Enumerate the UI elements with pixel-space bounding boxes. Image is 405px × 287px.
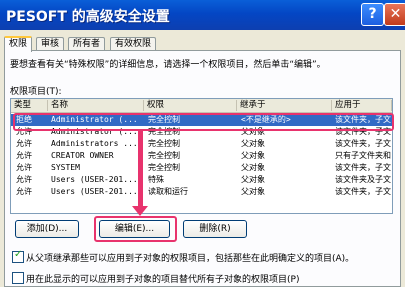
cell-type: 允许 [16, 163, 32, 172]
edit-button[interactable]: 编辑(E)... [99, 220, 170, 238]
list-header: 类型 名称 权限 继承于 应用于 [11, 99, 392, 113]
cell-perm: 完全控制 [148, 163, 180, 172]
annotation-arrow-head [132, 206, 148, 216]
cell-type: 允许 [16, 175, 32, 184]
tab-auditing[interactable]: 审核 [36, 37, 65, 50]
cell-inherit: 父对象 [241, 175, 265, 184]
cell-apply: 该文件夹，子文件... [335, 139, 391, 148]
cell-perm: 完全控制 [148, 151, 180, 160]
selected-row-highlight [13, 113, 394, 131]
cell-type: 允许 [16, 139, 32, 148]
tab-effective-permissions[interactable]: 有效权限 [110, 37, 157, 50]
cell-perm: 特殊 [148, 175, 164, 184]
cell-name: Users (USER-201... [51, 187, 138, 196]
add-button[interactable]: 添加(D)... [15, 220, 79, 238]
annotation-arrow-stem [138, 129, 143, 209]
replace-checkbox[interactable] [12, 272, 24, 284]
close-button[interactable]: ✕ [384, 3, 405, 26]
tab-permissions[interactable]: 权限 [4, 36, 33, 52]
cell-inherit: 父对象 [241, 139, 265, 148]
cell-apply: 只有子文件夹和文件 [335, 151, 391, 160]
cell-type: 允许 [16, 151, 32, 160]
cell-type: 允许 [16, 187, 32, 196]
cell-perm: 读取和运行 [148, 187, 188, 196]
replace-checkbox-label[interactable]: 用在此显示的可以应用到子对象的项目替代所有子对象的权限项目(P) [26, 272, 299, 285]
cell-inherit: 父对象 [241, 163, 265, 172]
table-row[interactable]: 允许 Users (USER-201... 读取和运行 父对象 该文件夹，子文件... [11, 186, 392, 198]
inherit-checkbox[interactable]: ✓ [12, 249, 24, 263]
table-row[interactable]: 允许 CREATOR OWNER 完全控制 父对象 只有子文件夹和文件 [11, 150, 392, 162]
title-bar: PESOFT 的高级安全设置 ? ✕ [0, 0, 405, 30]
cell-perm: 完全控制 [148, 139, 180, 148]
cell-apply: 该文件夹，子文件... [335, 163, 391, 172]
cell-name: Administrators ... [51, 139, 138, 148]
remove-button[interactable]: 删除(R) [183, 220, 247, 238]
col-inherited-from[interactable]: 继承于 [237, 100, 332, 111]
tab-owner[interactable]: 所有者 [68, 37, 106, 50]
col-type[interactable]: 类型 [11, 100, 48, 111]
inherit-checkbox-label[interactable]: 从父项继承那些可以应用到子对象的权限项目，包括那些在此明确定义的项目(A)。 [26, 251, 354, 264]
help-button[interactable]: ? [361, 3, 384, 26]
checkmark-icon: ✓ [14, 249, 23, 260]
cell-name: Users (USER-201... [51, 175, 138, 184]
table-row[interactable]: 允许 SYSTEM 完全控制 父对象 该文件夹，子文件... [11, 162, 392, 174]
table-row[interactable]: 允许 Users (USER-201... 特殊 父对象 该文件夹及子文件夹 [11, 174, 392, 186]
cell-apply: 该文件夹及子文件夹 [335, 175, 391, 184]
col-name[interactable]: 名称 [48, 100, 144, 111]
permission-list-label: 权限项目(T): [10, 87, 62, 97]
table-row[interactable]: 允许 Administrators ... 完全控制 父对象 该文件夹，子文件... [11, 138, 392, 150]
col-applies-to[interactable]: 应用于 [332, 100, 392, 111]
cell-inherit: 父对象 [241, 151, 265, 160]
description-text: 要想查看有关“特殊权限”的详细信息，请选择一个权限项目，然后单击“编辑”。 [10, 60, 326, 70]
cell-name: CREATOR OWNER [51, 151, 114, 160]
cell-inherit: 父对象 [241, 187, 265, 196]
cell-name: SYSTEM [51, 163, 80, 172]
col-permission[interactable]: 权限 [144, 100, 237, 111]
window-title: PESOFT 的高级安全设置 [6, 9, 170, 25]
cell-apply: 该文件夹，子文件... [335, 187, 391, 196]
